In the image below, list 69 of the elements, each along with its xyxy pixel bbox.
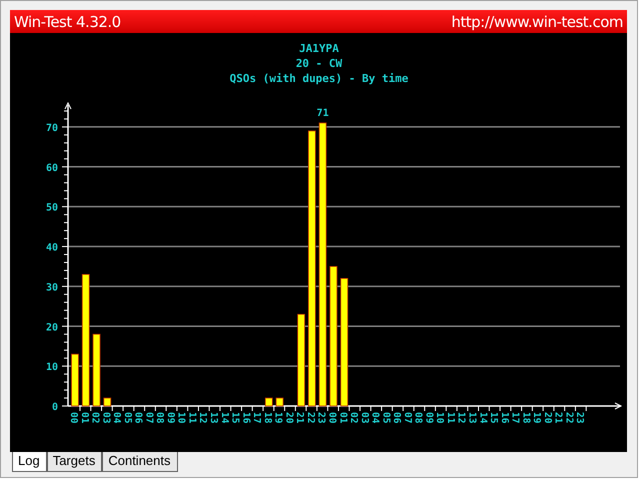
x-tick-label: 08: [412, 412, 424, 424]
x-tick-label: 14: [477, 412, 488, 424]
x-tick-label: 12: [197, 412, 208, 424]
x-tick-label: 15: [230, 412, 241, 424]
tab[interactable]: Log: [12, 452, 47, 472]
x-tick-label: 21: [552, 412, 564, 424]
x-tick-label: 00: [68, 412, 79, 424]
chart-title: 20 - CW: [296, 57, 342, 70]
x-tick-label: 17: [251, 412, 262, 424]
x-tick-label: 03: [100, 412, 112, 424]
x-tick-label: 05: [380, 412, 392, 424]
x-tick-label: 02: [348, 412, 360, 424]
x-tick-label: 16: [240, 412, 252, 424]
tab[interactable]: Targets: [46, 452, 102, 472]
chart-title: JA1YPA: [299, 42, 339, 55]
x-tick-label: 16: [498, 412, 510, 424]
x-tick-label: 15: [488, 412, 500, 424]
x-tick-label: 18: [262, 412, 273, 424]
x-tick-label: 07: [143, 412, 154, 424]
x-tick-label: 21: [294, 412, 306, 424]
x-tick-label: 09: [423, 412, 434, 424]
x-tick-label: 19: [272, 412, 284, 424]
y-tick-label: 40: [46, 242, 58, 254]
tab[interactable]: Continents: [102, 452, 178, 472]
x-tick-label: 23: [316, 412, 327, 424]
y-tick-label: 50: [46, 202, 58, 214]
bar-value-label: 71: [316, 108, 329, 119]
x-tick-label: 14: [218, 412, 230, 424]
x-tick-label: 06: [132, 412, 144, 424]
x-tick-label: 06: [391, 412, 402, 424]
x-tick-label: 12: [456, 412, 467, 424]
x-tick-label: 22: [563, 412, 574, 424]
bar: [276, 398, 284, 406]
y-tick-label: 30: [46, 282, 58, 294]
website-url: http://www.win-test.com: [451, 12, 623, 30]
x-tick-label: 01: [337, 412, 348, 424]
y-tick-label: 60: [46, 162, 58, 174]
x-tick-label: 02: [90, 412, 101, 424]
x-tick-label: 18: [520, 412, 532, 424]
x-tick-label: 07: [402, 412, 413, 424]
window-title: Win-Test 4.32.0: [14, 12, 121, 30]
y-tick-label: 20: [46, 322, 58, 334]
x-tick-label: 00: [326, 412, 338, 424]
x-tick-label: 11: [186, 412, 198, 424]
y-tick-label: 0: [52, 402, 58, 413]
x-tick-label: 23: [574, 412, 586, 424]
x-tick-label: 05: [122, 412, 133, 424]
x-tick-label: 22: [304, 412, 316, 424]
x-tick-label: 10: [434, 412, 446, 424]
x-tick-label: 17: [510, 412, 521, 424]
y-tick-label: 10: [46, 362, 58, 374]
x-tick-label: 01: [78, 412, 90, 424]
y-tick-label: 70: [46, 122, 58, 134]
bar: [103, 398, 112, 406]
x-tick-label: 04: [111, 412, 122, 424]
bar: [264, 398, 273, 406]
x-tick-label: 13: [466, 412, 478, 424]
x-tick-label: 09: [164, 412, 176, 424]
bar: [71, 354, 79, 406]
x-tick-label: 08: [154, 412, 166, 424]
x-tick-label: 20: [283, 412, 294, 424]
x-tick-label: 04: [370, 412, 381, 424]
chart-title: QSOs (with dupes) - By time: [230, 72, 408, 85]
x-tick-label: 03: [358, 412, 370, 424]
x-tick-label: 11: [444, 412, 456, 424]
x-tick-label: 10: [176, 412, 187, 424]
x-tick-label: 19: [531, 412, 542, 424]
x-tick-label: 20: [542, 412, 553, 424]
x-tick-label: 13: [208, 412, 219, 424]
